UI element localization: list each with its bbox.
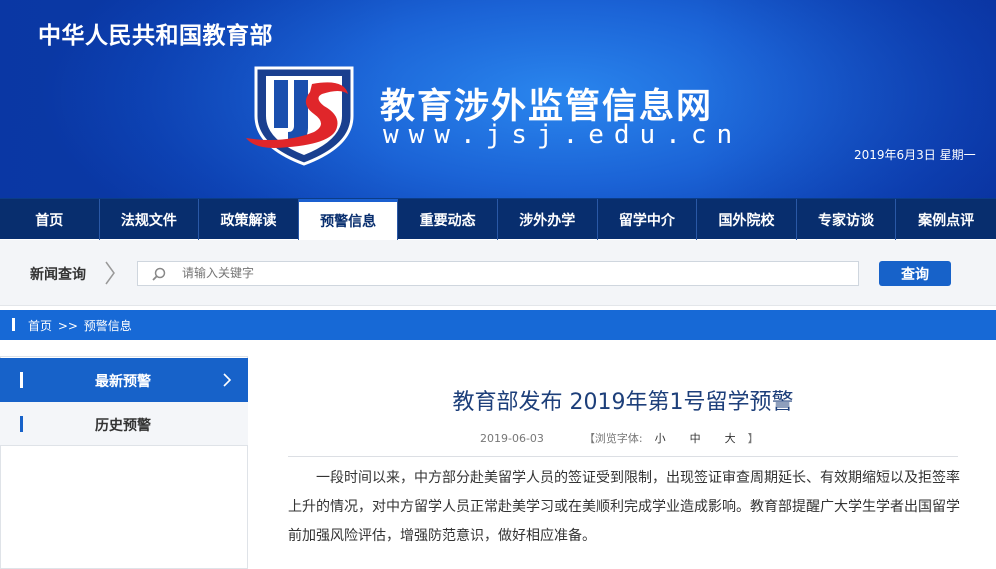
sidebar-item-label: 历史预警 bbox=[95, 418, 151, 434]
current-date: 2019年6月3日 星期一 bbox=[854, 148, 976, 162]
article-title: 教育部发布 2019年第1号留学预警 bbox=[452, 390, 794, 415]
breadcrumb-home[interactable]: 首页 bbox=[28, 319, 52, 333]
sidebar-item-marker bbox=[20, 416, 23, 432]
sidebar-item-latest-warnings[interactable]: 最新预警 bbox=[0, 358, 248, 402]
article-meta: 2019-06-03 【浏览字体: 小 中 大】 bbox=[480, 430, 759, 446]
search-label: 新闻查询 bbox=[30, 267, 86, 283]
nav-item-regulations[interactable]: 法规文件 bbox=[100, 199, 200, 240]
font-size-prefix: 【浏览字体: bbox=[583, 432, 643, 445]
nav-item-foreign-schools[interactable]: 涉外办学 bbox=[498, 199, 598, 240]
breadcrumb-bar bbox=[0, 310, 996, 340]
site-logo-icon[interactable] bbox=[244, 66, 364, 166]
chevron-right-icon bbox=[223, 373, 232, 387]
font-size-large[interactable]: 大 bbox=[725, 432, 736, 445]
font-size-suffix: 】 bbox=[747, 432, 759, 445]
sidebar-item-label: 最新预警 bbox=[95, 374, 151, 390]
chevron-right-icon bbox=[105, 261, 115, 285]
breadcrumb-separator: >> bbox=[57, 319, 78, 333]
breadcrumb-current[interactable]: 预警信息 bbox=[84, 319, 132, 333]
search-icon bbox=[152, 267, 166, 281]
nav-item-home[interactable]: 首页 bbox=[0, 199, 100, 240]
nav-item-warnings[interactable]: 预警信息 bbox=[298, 199, 399, 240]
search-button[interactable]: 查询 bbox=[879, 261, 951, 286]
nav-item-interviews[interactable]: 专家访谈 bbox=[797, 199, 897, 240]
article-divider bbox=[288, 456, 958, 457]
sidebar-item-marker bbox=[20, 372, 23, 388]
article-date: 2019-06-03 bbox=[480, 432, 544, 445]
nav-item-news[interactable]: 重要动态 bbox=[398, 199, 498, 240]
breadcrumb: 首页 >> 预警信息 bbox=[28, 317, 134, 334]
search-input[interactable] bbox=[182, 263, 842, 283]
sidebar-item-history-warnings[interactable]: 历史预警 bbox=[0, 402, 248, 446]
main-nav: 首页 法规文件 政策解读 预警信息 重要动态 涉外办学 留学中介 国外院校 专家… bbox=[0, 198, 996, 240]
nav-item-policy[interactable]: 政策解读 bbox=[199, 199, 299, 240]
nav-item-cases[interactable]: 案例点评 bbox=[896, 199, 996, 240]
article-body: 一段时间以来，中方部分赴美留学人员的签证受到限制，出现签证审查周期延长、有效期缩… bbox=[288, 470, 960, 544]
nav-item-agencies[interactable]: 留学中介 bbox=[598, 199, 698, 240]
nav-item-overseas-universities[interactable]: 国外院校 bbox=[697, 199, 797, 240]
header-banner: 中华人民共和国教育部 教育涉外监管信息网 www.jsj.edu.cn 2019… bbox=[0, 0, 996, 198]
font-size-small[interactable]: 小 bbox=[655, 432, 666, 445]
breadcrumb-marker bbox=[12, 318, 15, 331]
font-size-medium[interactable]: 中 bbox=[690, 432, 701, 445]
ministry-name[interactable]: 中华人民共和国教育部 bbox=[38, 16, 273, 50]
site-url: www.jsj.edu.cn bbox=[383, 120, 743, 150]
search-bar: 新闻查询 bbox=[0, 240, 996, 306]
